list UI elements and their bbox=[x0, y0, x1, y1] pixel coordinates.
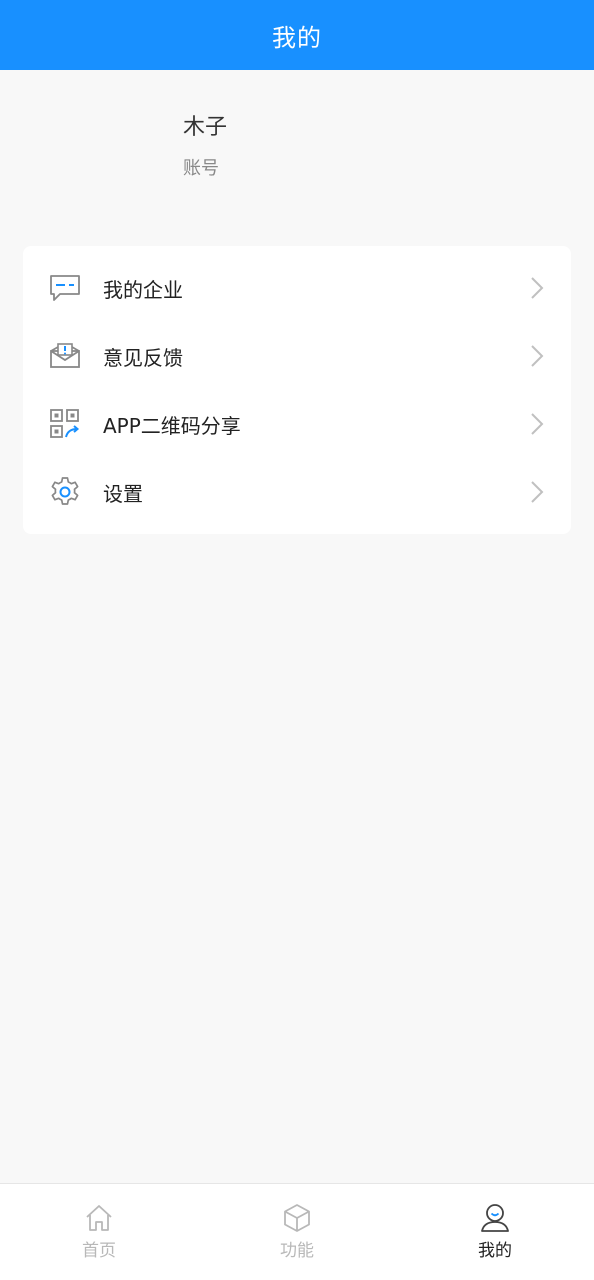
tab-label: 我的 bbox=[478, 1241, 512, 1261]
tab-functions[interactable]: 功能 bbox=[198, 1184, 396, 1280]
menu-item-my-enterprise[interactable]: 我的企业 bbox=[23, 254, 571, 322]
top-nav-bar: 我的 bbox=[0, 0, 594, 70]
user-name: 木子 bbox=[183, 115, 228, 140]
tab-mine[interactable]: 我的 bbox=[396, 1184, 594, 1280]
menu-item-feedback[interactable]: 意见反馈 bbox=[23, 322, 571, 390]
chevron-right-icon bbox=[531, 413, 544, 435]
bottom-tab-bar: 首页 功能 我的 bbox=[0, 1183, 594, 1280]
chevron-right-icon bbox=[531, 277, 544, 299]
menu-item-settings[interactable]: 设置 bbox=[23, 458, 571, 526]
user-account-label: 账号 bbox=[183, 158, 219, 179]
tab-home[interactable]: 首页 bbox=[0, 1184, 198, 1280]
user-icon bbox=[481, 1204, 509, 1232]
menu-item-qr-share[interactable]: APP二维码分享 bbox=[23, 390, 571, 458]
tab-label: 功能 bbox=[280, 1241, 314, 1261]
profile-section[interactable]: 木子 账号 bbox=[183, 110, 227, 182]
app-root: 我的 木子 账号 我的企业 意见反馈 APP二维码分享 设置 首页 功能 我的 bbox=[0, 0, 594, 1280]
gear-icon bbox=[48, 475, 82, 509]
menu-item-label: 设置 bbox=[103, 481, 143, 506]
chevron-right-icon bbox=[531, 345, 544, 367]
qr-share-icon bbox=[48, 407, 82, 441]
cube-icon bbox=[284, 1204, 310, 1232]
menu-card: 我的企业 意见反馈 APP二维码分享 设置 bbox=[23, 246, 571, 534]
home-icon bbox=[86, 1205, 112, 1231]
chevron-right-icon bbox=[531, 481, 544, 503]
menu-item-label: APP二维码分享 bbox=[103, 413, 241, 438]
page-title: 我的 bbox=[272, 23, 322, 52]
feedback-mail-icon bbox=[48, 339, 82, 373]
menu-item-label: 意见反馈 bbox=[103, 345, 183, 370]
message-board-icon bbox=[48, 271, 82, 305]
tab-label: 首页 bbox=[82, 1241, 116, 1261]
menu-item-label: 我的企业 bbox=[103, 277, 183, 302]
